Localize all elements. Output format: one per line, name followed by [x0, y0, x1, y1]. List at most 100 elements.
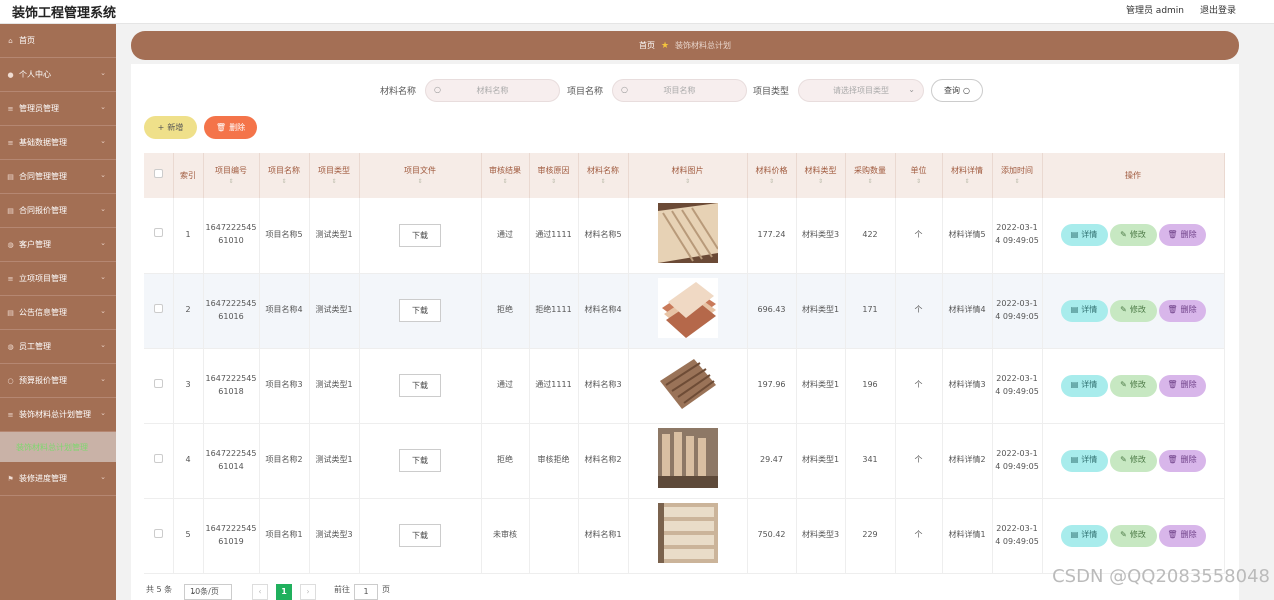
sort-icon[interactable]: ⇕ [530, 177, 578, 186]
sort-icon[interactable]: ⇕ [993, 177, 1042, 186]
detail-button[interactable]: ▤ 详情 [1060, 524, 1108, 547]
column-header[interactable]: 单位 ⇕ [895, 153, 943, 198]
sort-icon[interactable]: ⇕ [360, 177, 481, 186]
cell-project-name: 项目名称5 [259, 198, 310, 274]
search-icon: ○ [963, 86, 970, 95]
download-button[interactable]: 下载 [399, 223, 441, 247]
sidebar-item[interactable]: ≡ 立项项目管理 ⌄ [0, 262, 116, 296]
batch-delete-button[interactable]: 🗑 删除 [204, 116, 257, 139]
sidebar-item[interactable]: ▤ 公告信息管理 ⌄ [0, 296, 116, 330]
row-checkbox[interactable] [153, 528, 163, 538]
sidebar-item[interactable]: ≡ 基础数据管理 ⌄ [0, 126, 116, 160]
column-header-label: 操作 [1125, 170, 1141, 180]
download-button[interactable]: 下载 [399, 524, 441, 547]
detail-button[interactable]: ▤ 详情 [1060, 374, 1108, 397]
edit-button[interactable]: ✎ 修改 [1109, 374, 1157, 397]
sidebar-item[interactable]: ⚑ 装修进度管理 ⌄ [0, 462, 116, 496]
column-header[interactable]: 材料图片 ⇕ [628, 153, 748, 198]
sidebar-item[interactable]: ▤ 合同报价管理 ⌄ [0, 194, 116, 228]
download-button[interactable]: 下载 [399, 449, 441, 472]
watermark: CSDN @QQ2083558048 [1052, 566, 1270, 587]
download-button[interactable]: 下载 [399, 374, 441, 397]
delete-row-button[interactable]: 🗑 删除 [1158, 224, 1206, 247]
edit-button[interactable]: ✎ 修改 [1109, 224, 1157, 247]
column-header[interactable]: 项目名称 ⇕ [259, 153, 310, 198]
material-name-input[interactable]: ○ 材料名称 [425, 79, 560, 102]
sort-icon[interactable]: ⇕ [797, 177, 845, 186]
edit-button[interactable]: ✎ 修改 [1109, 299, 1157, 322]
row-checkbox[interactable] [153, 453, 163, 463]
sidebar-item[interactable]: ○ 预算报价管理 ⌄ [0, 364, 116, 398]
material-name-placeholder: 材料名称 [476, 86, 509, 95]
current-user: 管理员 admin [1125, 6, 1184, 16]
delete-row-button[interactable]: 🗑 删除 [1158, 299, 1206, 322]
column-header-label: 索引 [180, 170, 196, 180]
column-header[interactable]: 项目文件 ⇕ [359, 153, 482, 198]
add-button[interactable]: + 新增 [144, 116, 197, 139]
current-page[interactable]: 1 [276, 584, 292, 600]
material-name-label: 材料名称 [380, 87, 417, 97]
row-checkbox[interactable] [153, 303, 163, 313]
row-checkbox[interactable] [153, 378, 163, 388]
page-size-select[interactable]: 10条/页 ⌄ [184, 584, 232, 600]
sidebar-subitem-active[interactable]: 装饰材料总计划管理 [0, 432, 116, 462]
logout-link[interactable]: 退出登录 [1200, 3, 1236, 16]
project-type-select[interactable]: 请选择项目类型 ⌄ [798, 79, 924, 102]
home-icon: ⌂ [8, 36, 13, 45]
download-button[interactable]: 下载 [399, 299, 441, 322]
select-all-checkbox[interactable] [153, 169, 163, 178]
search-icon: ○ [621, 85, 628, 94]
table-row: 5 164722254561019 项目名称1 测试类型3 下载 未审核 材料名称1 750.… [144, 498, 1225, 574]
sort-icon[interactable]: ⇕ [748, 177, 796, 186]
column-header[interactable]: 材料价格 ⇕ [747, 153, 797, 198]
detail-button[interactable]: ▤ 详情 [1060, 224, 1108, 247]
column-header[interactable]: 材料名称 ⇕ [578, 153, 629, 198]
delete-row-button[interactable]: 🗑 删除 [1158, 524, 1206, 547]
sort-icon[interactable]: ⇕ [896, 177, 942, 186]
column-header[interactable]: 项目类型 ⇕ [309, 153, 360, 198]
sidebar-item[interactable]: ◍ 员工管理 ⌄ [0, 330, 116, 364]
cell-review-reason [529, 498, 579, 574]
row-select-cell [144, 348, 174, 424]
goto-page-input[interactable]: 1 [354, 584, 378, 600]
edit-button[interactable]: ✎ 修改 [1109, 449, 1157, 472]
sort-icon[interactable]: ⇕ [943, 177, 992, 186]
column-header[interactable]: 审核结果 ⇕ [481, 153, 530, 198]
sort-icon[interactable]: ⇕ [310, 177, 359, 186]
delete-row-button[interactable]: 🗑 删除 [1158, 374, 1206, 397]
sidebar-item[interactable]: ≡ 装饰材料总计划管理 ⌄ [0, 398, 116, 432]
sort-icon[interactable]: ⇕ [846, 177, 895, 186]
query-button[interactable]: 查询 ○ [931, 79, 983, 102]
list-icon: ≡ [7, 274, 14, 283]
column-header[interactable]: 添加时间 ⇕ [992, 153, 1043, 198]
list-icon: ≡ [7, 410, 14, 419]
prev-page-button[interactable]: ‹ [252, 584, 268, 600]
cell-material-image [628, 423, 748, 499]
row-checkbox[interactable] [153, 228, 163, 238]
select-all-cell[interactable] [144, 153, 174, 198]
column-header[interactable]: 审核原因 ⇕ [529, 153, 579, 198]
detail-button[interactable]: ▤ 详情 [1060, 449, 1108, 472]
sidebar-item[interactable]: ⌂ 首页 [0, 24, 116, 58]
next-page-button[interactable]: › [300, 584, 316, 600]
project-name-input[interactable]: ○ 项目名称 [612, 79, 747, 102]
edit-label: 修改 [1129, 455, 1146, 465]
column-header[interactable]: 材料类型 ⇕ [796, 153, 846, 198]
delete-row-button[interactable]: 🗑 删除 [1158, 449, 1206, 472]
breadcrumb-home[interactable]: 首页 [639, 40, 655, 51]
sort-icon[interactable]: ⇕ [579, 177, 628, 186]
sidebar-item[interactable]: ▤ 合同管理管理 ⌄ [0, 160, 116, 194]
sort-icon[interactable]: ⇕ [482, 177, 529, 186]
add-label: 新增 [167, 123, 184, 132]
column-header: 操作 [1042, 153, 1225, 198]
sort-icon[interactable]: ⇕ [260, 177, 309, 186]
column-header[interactable]: 项目编号 ⇕ [203, 153, 260, 198]
project-type-placeholder: 请选择项目类型 [833, 86, 889, 95]
detail-button[interactable]: ▤ 详情 [1060, 299, 1108, 322]
column-header[interactable]: 材料详情 ⇕ [942, 153, 993, 198]
sidebar-item[interactable]: ◍ 客户管理 ⌄ [0, 228, 116, 262]
column-header[interactable]: 采购数量 ⇕ [845, 153, 896, 198]
sort-icon[interactable]: ⇕ [629, 177, 747, 186]
sort-icon[interactable]: ⇕ [204, 177, 259, 186]
edit-button[interactable]: ✎ 修改 [1109, 524, 1157, 547]
